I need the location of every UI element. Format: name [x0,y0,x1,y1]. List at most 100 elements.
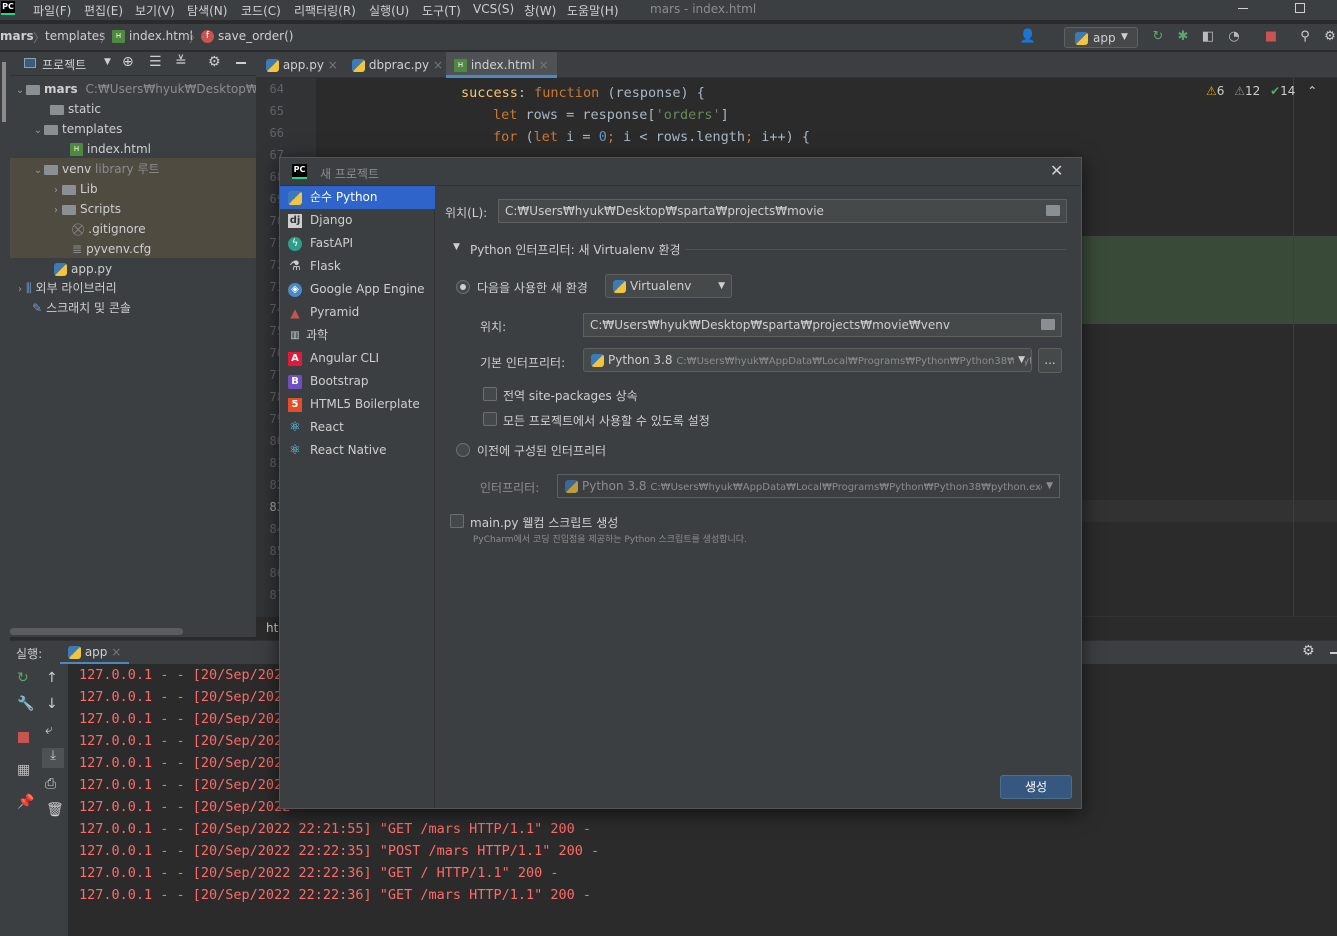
trash-icon[interactable]: 🗑 [46,802,64,818]
stop-icon[interactable]: ■ [1261,27,1281,47]
folder-icon[interactable] [1041,319,1055,330]
menu-view[interactable]: 보기(V) [135,2,175,19]
close-icon[interactable]: × [328,58,338,72]
menu-vcs[interactable]: VCS(S) [473,2,514,16]
search-icon[interactable]: ⚲ [1295,27,1315,47]
existing-interpreter-radio[interactable] [456,443,470,457]
profile-icon[interactable]: ◔ [1224,27,1244,47]
wrench-icon[interactable]: 🔧 [17,696,34,712]
expand-all-icon[interactable]: ☰ [149,54,162,70]
menu-window[interactable]: 창(W) [524,2,556,19]
share-all-projects-label[interactable]: 모든 프로젝트에서 사용할 수 있도록 설정 [503,412,710,429]
project-type-bootstrap[interactable]: B Bootstrap [280,370,435,393]
tree-root-mars[interactable]: ⌄ mars C:₩Users₩hyuk₩Desktop₩sparta [14,79,296,99]
chevron-down-icon[interactable]: ▼ [453,242,460,252]
menu-tools[interactable]: 도구(T) [422,2,461,19]
menu-refactor[interactable]: 리팩터링(R) [294,2,356,19]
tree-item-scripts[interactable]: › Scripts [50,199,121,219]
gear-icon[interactable]: ⚙ [1302,643,1315,659]
scroll-to-end-icon[interactable]: ⤓ [42,748,64,768]
menu-file[interactable]: 파일(F) [33,2,71,19]
rerun-icon[interactable]: ↻ [1148,27,1168,47]
project-type-html5-boilerplate[interactable]: 5 HTML5 Boilerplate [280,393,435,416]
pin-icon[interactable]: 📌 [17,794,34,810]
main-py-checkbox[interactable] [450,514,464,528]
folder-icon[interactable] [1046,205,1060,216]
tree-item-external-libs[interactable]: › ⫼ 외부 라이브러리 [14,278,117,298]
tree-item-venv[interactable]: ⌄ venv library 루트 [32,159,160,179]
location-input[interactable]: C:₩Users₩hyuk₩Desktop₩sparta₩projects₩mo… [498,199,1067,223]
tree-item-scratches[interactable]: ✎ 스크래치 및 콘솔 [32,298,131,318]
project-type-angular-cli[interactable]: A Angular CLI [280,347,435,370]
arrow-down-icon[interactable]: ↓ [46,696,58,712]
minimize-icon[interactable] [1238,8,1248,9]
project-tool-tab[interactable] [2,62,6,122]
venv-location-input[interactable]: C:₩Users₩hyuk₩Desktop₩sparta₩projects₩mo… [583,313,1062,337]
existing-interpreter-label[interactable]: 이전에 구성된 인터프리터 [477,442,606,459]
project-type-flask[interactable]: ⚗ Flask [280,255,435,278]
share-all-projects-checkbox[interactable] [483,412,497,426]
hide-panel-icon[interactable] [1330,652,1337,654]
tab-dbprac-py[interactable]: dbprac.py × [344,52,451,78]
breadcrumb-function[interactable]: save_order() [218,29,293,43]
close-icon[interactable]: × [111,645,121,659]
breadcrumb-root[interactable]: mars [0,29,34,43]
locate-icon[interactable]: ⊕ [122,54,134,70]
close-icon[interactable]: × [539,58,549,72]
menu-code[interactable]: 코드(C) [241,2,281,19]
project-type-google-app-engine[interactable]: ◈ Google App Engine [280,278,435,301]
hide-panel-icon[interactable] [236,62,246,64]
run-tab-app[interactable]: app × [60,641,130,665]
tree-item-gitignore[interactable]: ⛒ .gitignore [72,219,146,239]
close-icon[interactable]: × [433,58,443,72]
debug-icon[interactable]: ✱ [1173,27,1193,47]
project-type-react-native[interactable]: ⚛ React Native [280,439,435,462]
project-type-fastapi[interactable]: ϟ FastAPI [280,232,435,255]
tree-item-pyvenv[interactable]: ≣ pyvenv.cfg [72,239,151,259]
close-icon[interactable]: ✕ [1050,161,1063,180]
inherit-site-packages-checkbox[interactable] [483,387,497,401]
browse-interpreter-button[interactable]: ... [1038,348,1062,373]
interpreter-section-title[interactable]: Python 인터프리터: 새 Virtualenv 환경 [470,241,681,258]
main-py-label[interactable]: main.py 웰컴 스크립트 생성 [470,514,618,531]
arrow-up-icon[interactable]: ↑ [46,670,58,686]
run-config-selector[interactable]: app ▼ [1064,27,1138,48]
tree-item-templates[interactable]: ⌄ templates [32,119,123,139]
project-type-pure-python[interactable]: 순수 Python [280,186,435,209]
chevron-up-icon[interactable]: ⌃ [1307,84,1317,98]
project-type-django[interactable]: dj Django [280,209,435,232]
new-env-radio[interactable] [456,280,470,294]
tree-item-static[interactable]: static [50,99,101,119]
print-icon[interactable]: ⎙ [45,776,56,792]
create-button[interactable]: 생성 [1000,775,1072,799]
breadcrumb-file[interactable]: index.html [129,29,193,43]
inspection-widget[interactable]: ⚠6 ⚠12 ✔14 ⌃ [1206,84,1317,98]
project-type-react[interactable]: ⚛ React [280,416,435,439]
tab-app-py[interactable]: app.py × [258,52,346,78]
menu-run[interactable]: 실행(U) [369,2,409,19]
soft-wrap-icon[interactable]: ⤶ [45,722,53,738]
tree-item-lib[interactable]: › Lib [50,179,98,199]
menu-navigate[interactable]: 탐색(N) [187,2,227,19]
project-type-pyramid[interactable]: ▲ Pyramid [280,301,435,324]
rerun-icon[interactable]: ↻ [17,670,29,686]
user-icon[interactable]: 👤 [1018,27,1038,47]
collapse-all-icon[interactable]: ≚ [175,54,187,70]
coverage-icon[interactable]: ◧ [1198,27,1218,47]
env-tool-select[interactable]: Virtualenv ▼ [605,274,732,298]
interpreter-select[interactable]: Python 3.8 C:₩Users₩hyuk₩AppData₩Local₩P… [557,474,1060,498]
project-panel-title[interactable]: 프로젝트 [42,56,86,73]
tree-item-index-html[interactable]: Hindex.html [70,139,151,159]
chevron-down-icon[interactable]: ▼ [104,57,111,67]
menu-edit[interactable]: 편집(E) [84,2,123,19]
menu-help[interactable]: 도움말(H) [567,2,619,19]
inherit-site-packages-label[interactable]: 전역 site-packages 상속 [503,387,638,404]
layout-icon[interactable]: ▦ [17,762,30,778]
breadcrumb-folder[interactable]: templates [45,29,105,43]
horizontal-scrollbar[interactable] [10,628,183,635]
new-env-label[interactable]: 다음을 사용한 새 환경 [477,279,588,296]
maximize-icon[interactable] [1295,3,1305,13]
tab-index-html[interactable]: H index.html × [446,52,557,78]
gear-icon[interactable]: ⚙ [208,54,221,70]
settings-icon[interactable]: ⚙ [1320,27,1337,47]
